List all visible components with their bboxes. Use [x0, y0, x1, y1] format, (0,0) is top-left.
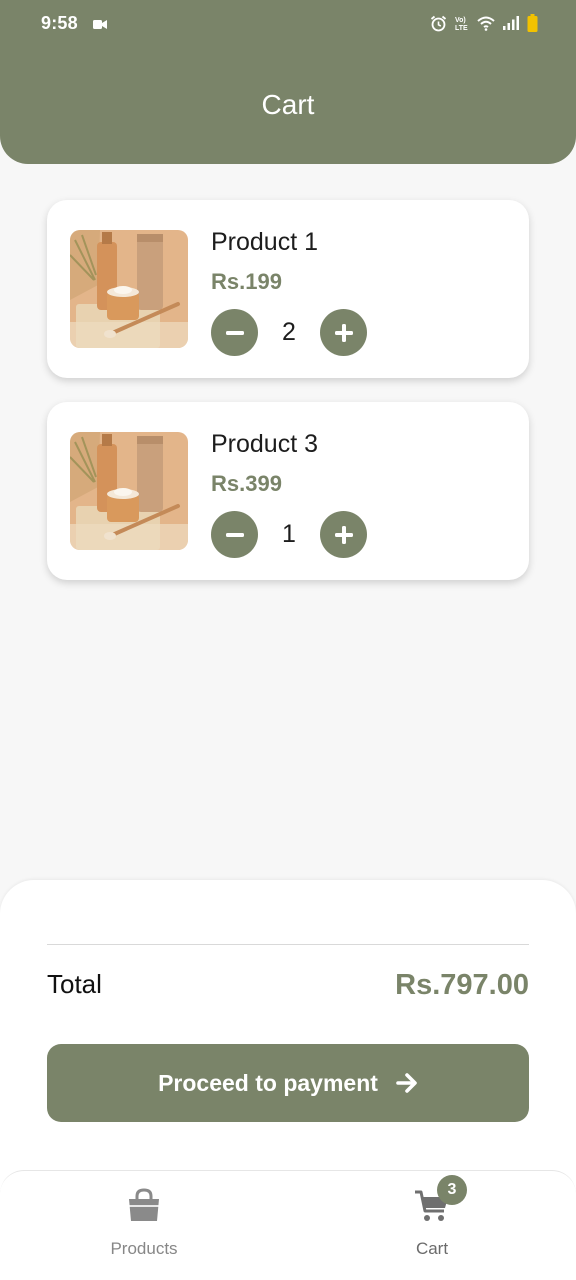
increase-quantity-button[interactable] — [320, 511, 367, 558]
quantity-value: 2 — [282, 318, 296, 346]
nav-label: Products — [110, 1239, 178, 1258]
cart-item-card: Product 1 Rs.199 2 — [47, 200, 529, 378]
total-value: Rs.797.00 — [395, 969, 529, 1001]
decrease-quantity-button[interactable] — [211, 309, 258, 356]
header: 9:58 Vo) LTE Cart — [0, 0, 576, 164]
product-price: Rs.199 — [211, 269, 282, 294]
video-camera-icon — [93, 17, 107, 35]
wifi-icon — [477, 16, 495, 31]
status-time: 9:58 — [41, 13, 78, 33]
status-icons: Vo) LTE — [430, 14, 538, 32]
arrow-right-icon — [396, 1073, 417, 1093]
page-title: Cart — [261, 89, 315, 120]
divider — [47, 944, 529, 945]
cart-count-badge: 3 — [437, 1175, 467, 1205]
minus-icon — [225, 330, 244, 335]
nav-label: Cart — [415, 1239, 449, 1258]
plus-icon — [334, 323, 353, 342]
svg-text:LTE: LTE — [455, 25, 468, 31]
increase-quantity-button[interactable] — [320, 309, 367, 356]
product-name: Product 3 — [211, 430, 319, 458]
minus-icon — [225, 532, 244, 537]
volte-icon: Vo) LTE — [454, 15, 470, 31]
total-label: Total — [47, 969, 102, 999]
decrease-quantity-button[interactable] — [211, 511, 258, 558]
app-screen: 9:58 Vo) LTE Cart Product 1 Rs.199 2 Pro… — [0, 0, 576, 1280]
shopping-bag-icon — [129, 1188, 159, 1221]
product-image — [70, 230, 188, 348]
bottom-navigation: Products 3 Cart — [0, 1170, 576, 1280]
cart-item-card: Product 3 Rs.399 1 — [47, 402, 529, 580]
nav-item-products[interactable]: Products — [74, 1185, 214, 1259]
alarm-icon — [430, 15, 447, 32]
nav-item-cart[interactable]: 3 Cart — [362, 1175, 502, 1259]
product-image — [70, 432, 188, 550]
proceed-to-payment-label: Proceed to payment — [158, 1069, 378, 1096]
plus-icon — [334, 525, 353, 544]
signal-icon — [502, 15, 520, 31]
product-price: Rs.399 — [211, 471, 282, 496]
battery-icon — [527, 14, 538, 32]
proceed-to-payment-button[interactable]: Proceed to payment — [47, 1044, 529, 1122]
quantity-value: 1 — [282, 520, 296, 548]
svg-text:Vo): Vo) — [455, 17, 466, 24]
product-name: Product 1 — [211, 228, 319, 256]
